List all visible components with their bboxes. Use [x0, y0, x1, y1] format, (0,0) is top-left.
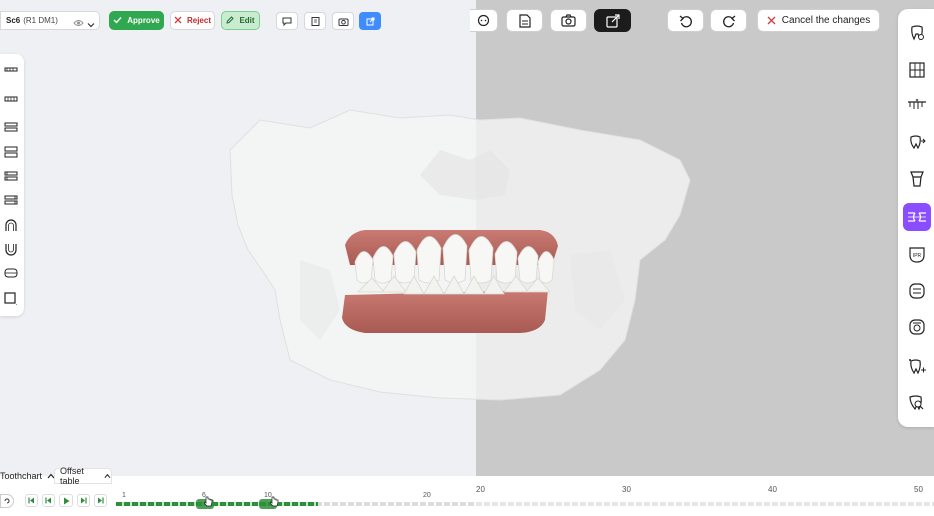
- edit-button[interactable]: Edit: [221, 11, 260, 30]
- approve-button[interactable]: Approve: [109, 11, 164, 30]
- redo-icon: [722, 15, 735, 27]
- stages-panel: Toothchart Offset table 1 6 10 20 20 30 …: [0, 466, 934, 516]
- notes-button[interactable]: [304, 12, 326, 30]
- first-stage-button[interactable]: [25, 494, 38, 507]
- stage-progress-fill: [116, 502, 318, 506]
- close-icon: [174, 16, 182, 26]
- pointer-hand-icon: [204, 496, 213, 507]
- crown-tool-icon[interactable]: [903, 165, 931, 193]
- undo-button[interactable]: [667, 9, 704, 32]
- chevron-up-icon: [104, 473, 111, 479]
- cancel-changes-label: Cancel the changes: [781, 15, 871, 26]
- lower-gum: [342, 290, 548, 333]
- step-forward-icon: [81, 497, 87, 504]
- clipboard-icon: [311, 17, 319, 26]
- pointer-hand-icon: [270, 496, 279, 507]
- stage-tick: 1: [122, 492, 126, 499]
- jaws-open-view-icon[interactable]: [2, 145, 20, 159]
- ipr-tool-icon[interactable]: IPR: [903, 241, 931, 269]
- next-stage-button[interactable]: [77, 494, 90, 507]
- skip-start-icon: [28, 497, 34, 504]
- 3d-jaw-model[interactable]: [0, 0, 934, 476]
- ipr-label: IPR: [913, 253, 922, 259]
- left-view-icon[interactable]: [2, 169, 20, 183]
- undo-icon: [679, 15, 692, 27]
- tooth-target-icon[interactable]: [903, 313, 931, 341]
- comment-icon: [282, 17, 292, 26]
- toothchart-label: Toothchart: [0, 471, 43, 481]
- offset-table-label: Offset table: [60, 466, 84, 486]
- last-stage-button[interactable]: [94, 494, 107, 507]
- play-icon: [63, 497, 69, 504]
- external-link-icon: [366, 17, 374, 25]
- upper-arch-occlusal-icon[interactable]: [2, 218, 20, 232]
- player-controls: [0, 494, 110, 510]
- square-view-icon[interactable]: [2, 292, 20, 306]
- camera-icon: [338, 18, 348, 26]
- tooth-tool-icon[interactable]: [903, 19, 931, 47]
- prev-stage-button[interactable]: [42, 494, 55, 507]
- pencil-icon: [226, 15, 235, 26]
- grid-teeth-icon[interactable]: [903, 56, 931, 84]
- stage-track-right-bg: [476, 502, 934, 506]
- approve-label: Approve: [127, 16, 160, 25]
- chevron-down-icon[interactable]: [87, 16, 95, 34]
- scene-name: Sc6: [6, 16, 21, 25]
- stage-tick: 40: [768, 485, 777, 494]
- check-icon: [113, 16, 122, 26]
- stage-track-right[interactable]: [476, 500, 934, 508]
- offset-table-tab[interactable]: Offset table: [54, 466, 112, 486]
- play-button[interactable]: [59, 494, 73, 507]
- reject-button[interactable]: Reject: [170, 11, 215, 30]
- loop-icon: [4, 498, 10, 504]
- upper-jaw-view-icon[interactable]: [2, 62, 20, 76]
- toothchart-tab[interactable]: Toothchart: [0, 468, 59, 484]
- both-arches-icon[interactable]: [2, 266, 20, 280]
- snapshot-button[interactable]: [332, 12, 354, 30]
- export-button[interactable]: [594, 9, 631, 32]
- document-button[interactable]: [506, 9, 543, 32]
- treatment-viewer: Sc6 (R1 DM1) Approve Reject Edit Cancel …: [0, 0, 934, 516]
- lower-jaw-view-icon[interactable]: [2, 92, 20, 106]
- loop-button[interactable]: [0, 494, 14, 508]
- stage-tick: 30: [622, 485, 631, 494]
- view-toolbar: [0, 54, 24, 316]
- occlusion-icon[interactable]: [903, 277, 931, 305]
- compare-button[interactable]: [470, 9, 498, 32]
- tooth-search-icon[interactable]: [903, 389, 931, 417]
- scene-selector[interactable]: Sc6 (R1 DM1): [0, 11, 100, 30]
- screenshot-button[interactable]: [550, 9, 587, 32]
- lower-arch-occlusal-icon[interactable]: [2, 242, 20, 256]
- arch-compare-icon[interactable]: [903, 203, 931, 231]
- attachment-tool-icon[interactable]: [903, 91, 931, 119]
- comment-button[interactable]: [276, 12, 298, 30]
- document-icon: [518, 13, 531, 28]
- tools-panel: IPR: [898, 9, 934, 427]
- right-view-icon[interactable]: [2, 193, 20, 207]
- redo-button[interactable]: [710, 9, 747, 32]
- stage-tick: 20: [476, 485, 485, 494]
- stage-tick: 50: [914, 485, 923, 494]
- edit-label: Edit: [239, 16, 255, 25]
- eye-icon[interactable]: [73, 15, 84, 33]
- cancel-changes-button[interactable]: Cancel the changes: [757, 9, 880, 32]
- close-icon: [767, 12, 776, 30]
- front-view-icon[interactable]: [2, 120, 20, 134]
- scene-meta: (R1 DM1): [23, 16, 58, 25]
- stage-track[interactable]: [116, 499, 476, 509]
- tooth-movement-icon[interactable]: [903, 128, 931, 156]
- stage-tick: 20: [423, 492, 431, 499]
- camera-icon: [561, 14, 576, 27]
- step-back-icon: [45, 497, 51, 504]
- skip-end-icon: [98, 497, 104, 504]
- external-link-icon: [605, 13, 620, 28]
- reject-label: Reject: [186, 16, 211, 25]
- share-button[interactable]: [359, 12, 381, 30]
- compare-icon: [477, 14, 490, 27]
- tooth-scan-icon[interactable]: [903, 353, 931, 381]
